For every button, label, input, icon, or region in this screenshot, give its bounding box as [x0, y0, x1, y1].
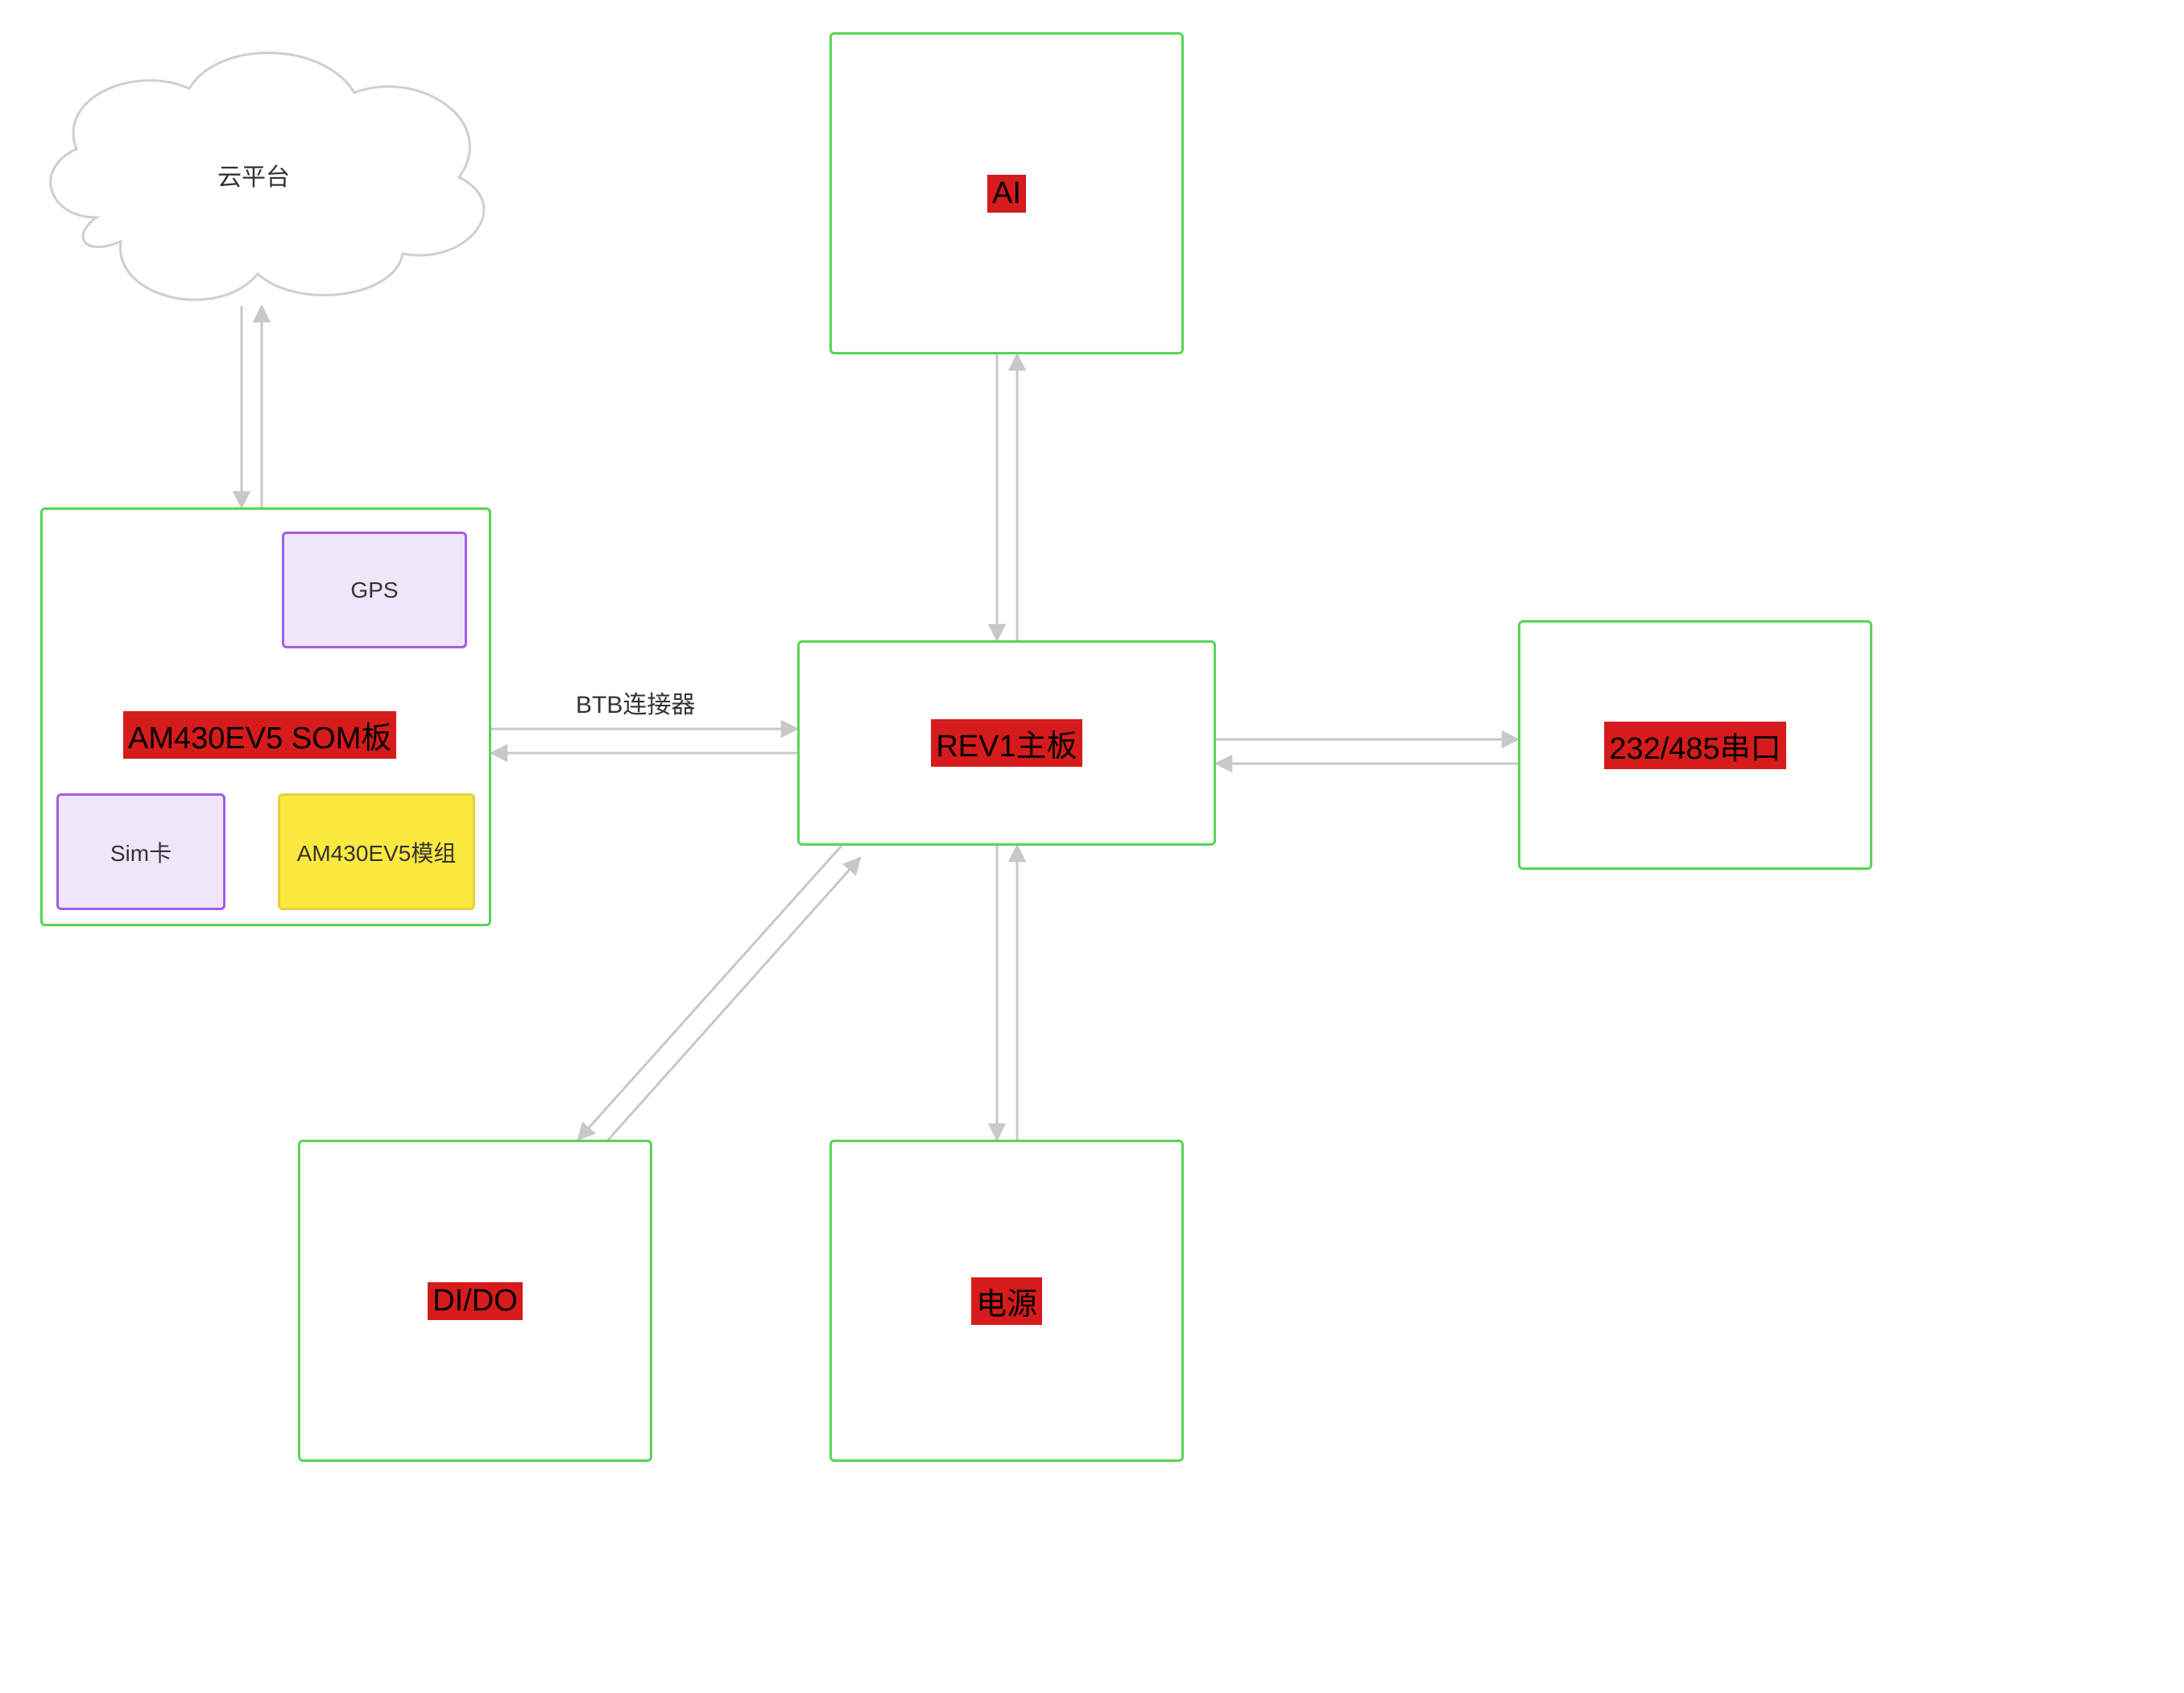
edge-main-to-dido — [578, 846, 842, 1140]
node-serial: 232/485串口 — [1518, 620, 1872, 870]
diagram-canvas: 云平台 AM430EV5 SOM板 GPS Sim卡 AM430EV5模组 BT… — [0, 0, 2184, 1693]
node-sim: Sim卡 — [56, 793, 225, 910]
edge-dido-to-main — [598, 858, 860, 1152]
sim-label: Sim卡 — [110, 836, 172, 868]
main-label: REV1主板 — [931, 719, 1082, 767]
cloud-text: 云平台 — [217, 164, 290, 191]
node-main-board: REV1主板 — [797, 640, 1216, 846]
node-power: 电源 — [829, 1140, 1184, 1462]
serial-label: 232/485串口 — [1604, 722, 1785, 769]
node-cloud-label: 云平台 — [217, 157, 290, 192]
module-label: AM430EV5模组 — [297, 836, 457, 868]
node-ai: AI — [829, 32, 1184, 354]
dido-label: DI/DO — [428, 1282, 523, 1320]
ai-label: AI — [987, 175, 1026, 213]
power-label: 电源 — [971, 1277, 1042, 1325]
edge-btb-label: BTB连接器 — [576, 685, 695, 720]
btb-text: BTB连接器 — [576, 692, 695, 718]
node-gps: GPS — [282, 532, 467, 648]
gps-label: GPS — [350, 577, 398, 603]
node-dido: DI/DO — [298, 1140, 652, 1462]
som-label: AM430EV5 SOM板 — [123, 711, 396, 759]
node-module: AM430EV5模组 — [278, 793, 475, 910]
